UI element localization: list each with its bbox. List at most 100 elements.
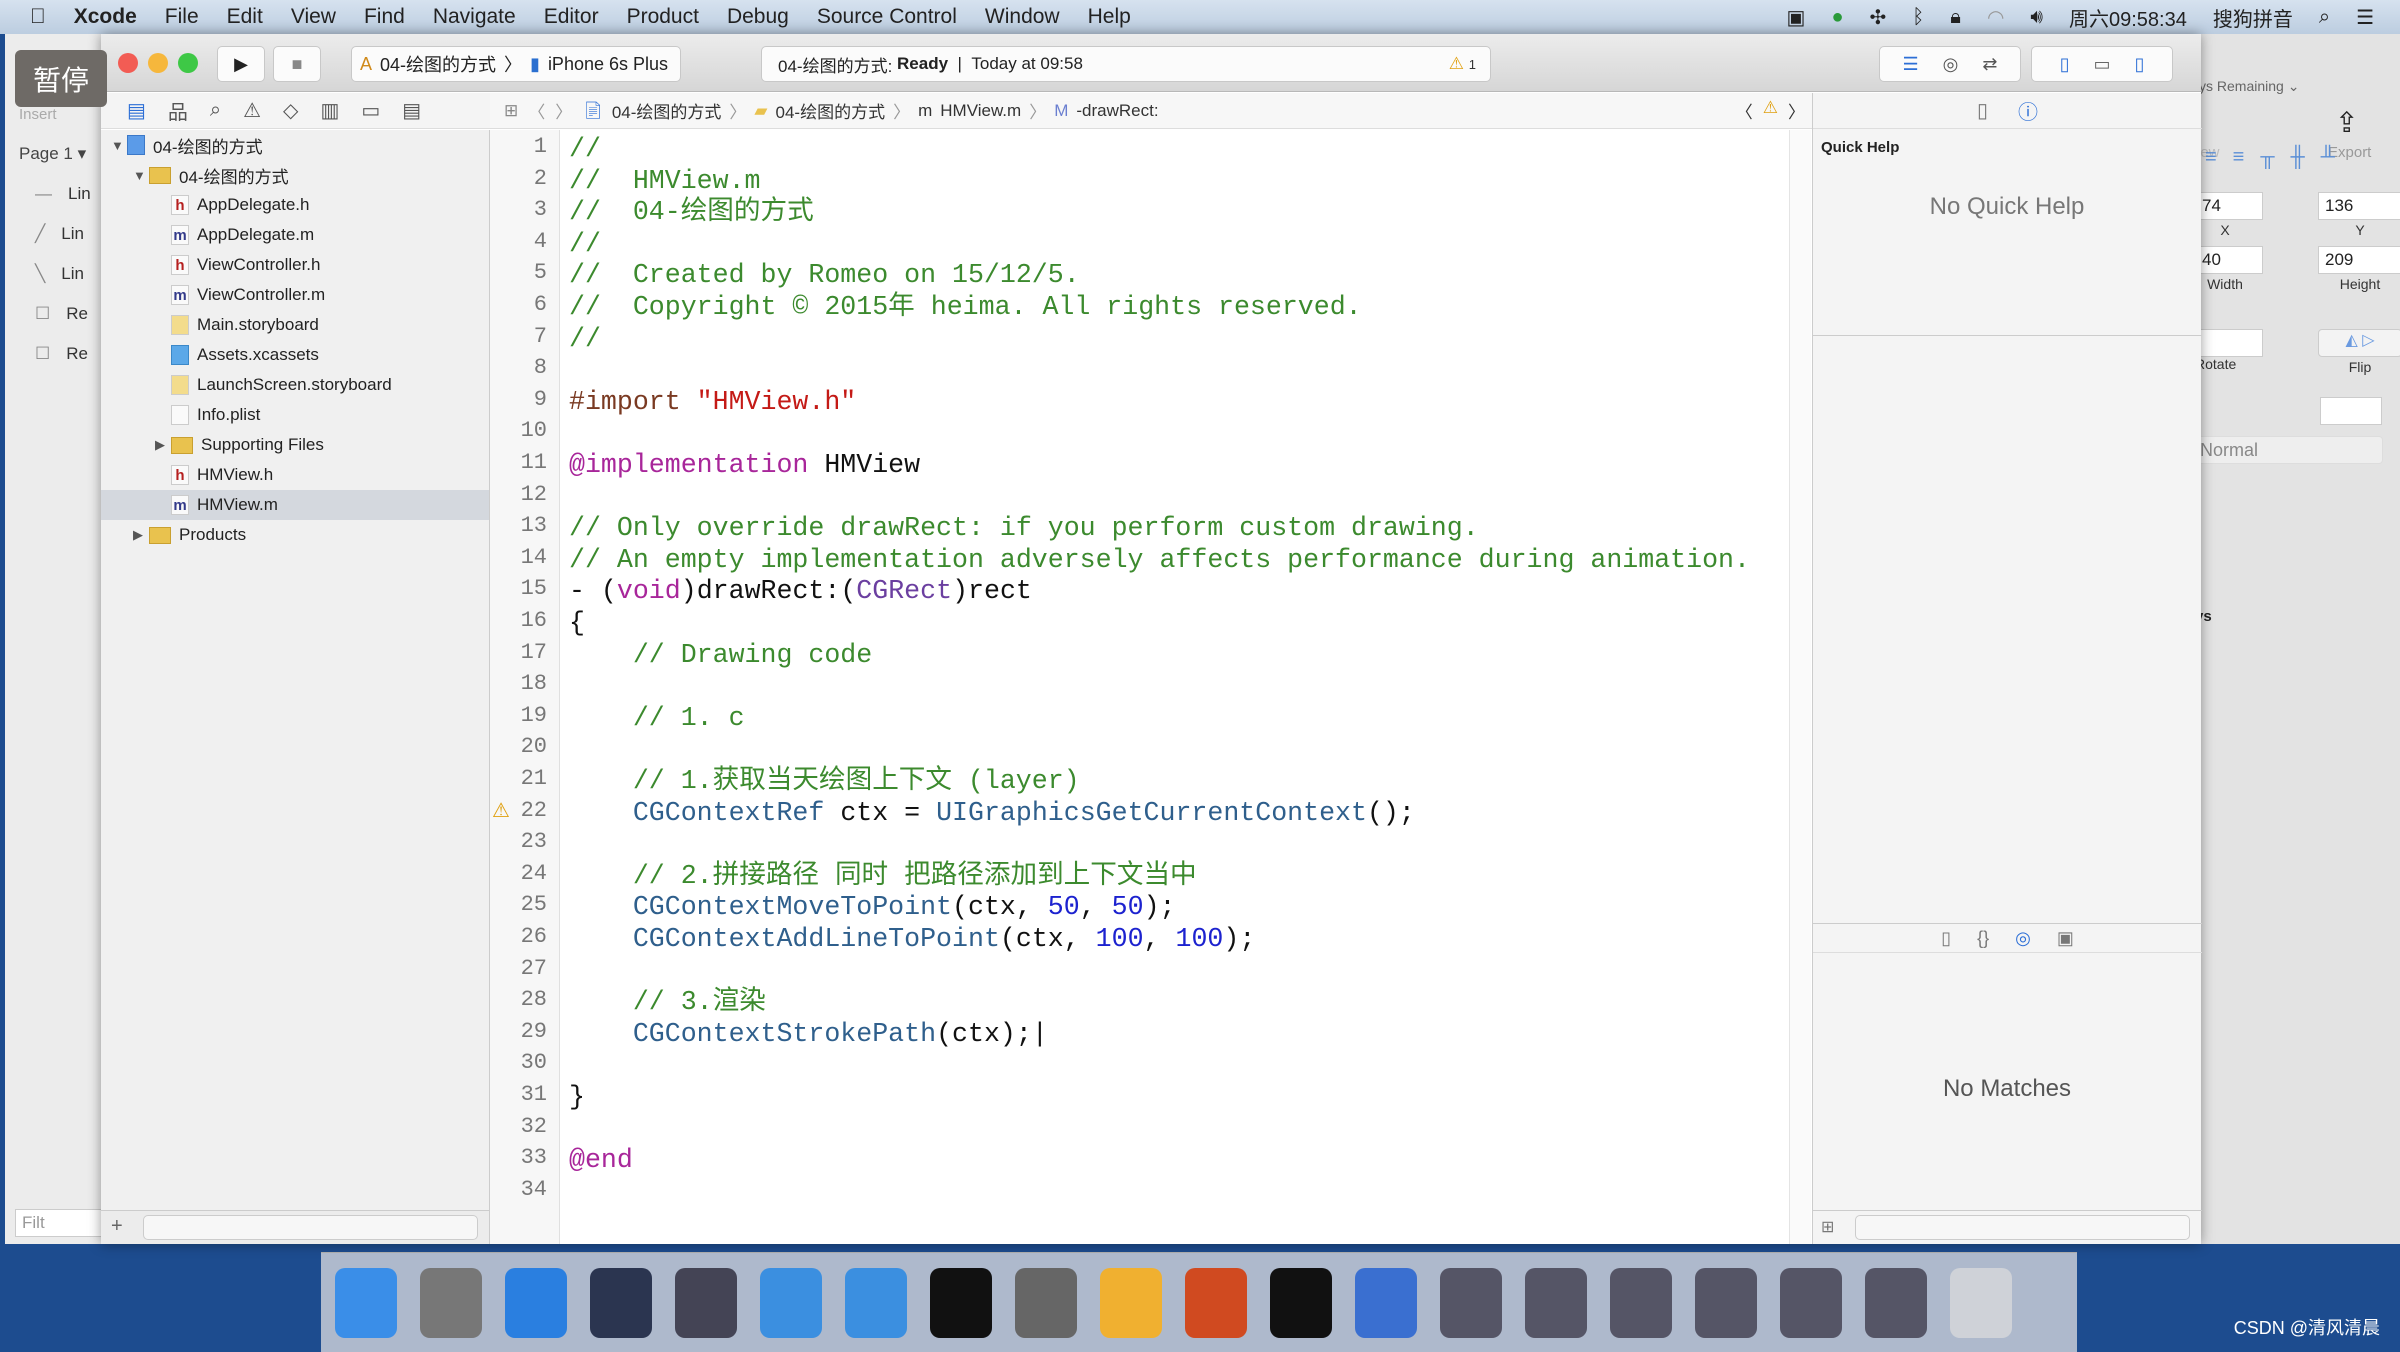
flip-buttons[interactable]: ◭ ▷ (2318, 329, 2400, 357)
menu-help[interactable]: Help (1088, 5, 1131, 29)
code-line[interactable]: @end (569, 1145, 633, 1176)
disclosure-triangle-icon[interactable]: ▶ (133, 527, 149, 543)
navigator-toggle-icon[interactable]: ▯ (2060, 54, 2070, 75)
standard-editor-icon[interactable]: ☰ (1903, 54, 1919, 75)
tree-item[interactable]: m ViewController.m (101, 280, 489, 310)
quick-help-icon[interactable]: ⓘ (2018, 96, 2038, 125)
pause-overlay[interactable]: 暂停 (15, 50, 107, 107)
code-line[interactable]: // 04-绘图的方式 (569, 197, 814, 228)
view-toggle-buttons[interactable]: ▯ ▭ ▯ (2031, 46, 2173, 82)
test-navigator-icon[interactable]: ◇ (283, 98, 298, 123)
menu-view[interactable]: View (291, 5, 336, 29)
menu-find[interactable]: Find (364, 5, 405, 29)
forward-button[interactable]: 〉 (555, 98, 572, 123)
tree-item[interactable]: h ViewController.h (101, 250, 489, 280)
dock-mouse-icon[interactable] (590, 1267, 652, 1338)
tree-item[interactable]: Assets.xcassets (101, 340, 489, 370)
code-line[interactable]: // An empty implementation adversely aff… (569, 545, 1750, 576)
warning-icon[interactable]: ⚠ (492, 798, 510, 823)
file-inspector-icon[interactable]: ▯ (1977, 98, 1988, 123)
dock-trash-icon[interactable] (1950, 1267, 2012, 1338)
tree-item[interactable]: m HMView.m (101, 490, 489, 520)
y-field[interactable]: 136 (2318, 192, 2400, 220)
code-line[interactable]: // 1.获取当天绘图上下文 (layer) (569, 766, 1080, 797)
menu-source-control[interactable]: Source Control (817, 5, 957, 29)
assistant-editor-icon[interactable]: ◎ (1943, 54, 1959, 75)
symbol-navigator-icon[interactable]: 品 (168, 96, 188, 125)
dock-simulator-icon[interactable] (845, 1267, 907, 1338)
find-navigator-icon[interactable]: ⌕ (210, 99, 221, 122)
rotate-field[interactable] (2195, 329, 2263, 357)
utilities-toggle-icon[interactable]: ▯ (2135, 54, 2145, 75)
code-line[interactable]: #import "HMView.h" (569, 387, 856, 418)
tree-item[interactable]: Info.plist (101, 400, 489, 430)
library-filter-input[interactable] (1855, 1215, 2190, 1240)
dock-display-icon[interactable] (1525, 1267, 1587, 1338)
dock-safari-icon[interactable] (505, 1267, 567, 1338)
code-line[interactable]: - (void)drawRect:(CGRect)rect (569, 576, 1032, 607)
disclosure-triangle-icon[interactable]: ▼ (111, 138, 127, 153)
close-button[interactable] (118, 53, 138, 73)
library-item[interactable]: ╱ Lin (35, 224, 84, 244)
code-line[interactable]: CGContextAddLineToPoint(ctx, 100, 100); (569, 924, 1255, 955)
clock[interactable]: 周六09:58:34 (2069, 3, 2187, 32)
debug-navigator-icon[interactable]: ▥ (320, 98, 339, 123)
tree-item[interactable]: Main.storyboard (101, 310, 489, 340)
code-line[interactable]: // Drawing code (569, 640, 872, 671)
fan-icon[interactable]: ✣ (1870, 5, 1887, 30)
library-item[interactable]: ╲ Lin (35, 264, 84, 284)
breadcrumb-item[interactable]: 04-绘图的方式 (776, 98, 886, 123)
breakpoint-navigator-icon[interactable]: ▭ (361, 98, 380, 123)
dock-display-icon[interactable] (1780, 1267, 1842, 1338)
code-line[interactable]: CGContextRef ctx = UIGraphicsGetCurrentC… (569, 798, 1415, 829)
dock-powerpoint-icon[interactable] (1185, 1267, 1247, 1338)
tree-item[interactable]: ▶ Supporting Files (101, 430, 489, 460)
dock-xcode-icon[interactable] (760, 1267, 822, 1338)
breadcrumb-item[interactable]: HMView.m (940, 101, 1021, 121)
related-items-icon[interactable]: ⊞ (504, 101, 518, 121)
code-line[interactable]: // 2.拼接路径 同时 把路径添加到上下文当中 (569, 861, 1197, 892)
trial-remaining[interactable]: ys Remaining ⌄ (2199, 78, 2299, 95)
code-line[interactable]: @implementation HMView (569, 450, 920, 481)
dock-display-icon[interactable] (1440, 1267, 1502, 1338)
editor-mode-buttons[interactable]: ☰ ◎ ⇄ (1879, 46, 2021, 82)
project-navigator-icon[interactable]: ▤ (127, 98, 146, 123)
stop-button[interactable]: ■ (273, 46, 321, 82)
dock-display-icon[interactable] (1865, 1267, 1927, 1338)
zoom-button[interactable] (178, 53, 198, 73)
disclosure-triangle-icon[interactable]: ▶ (155, 437, 171, 453)
code-line[interactable]: // Copyright © 2015年 heima. All rights r… (569, 292, 1362, 323)
breadcrumb-item[interactable]: -drawRect: (1076, 101, 1158, 121)
list-icon[interactable]: ☰ (2356, 5, 2374, 30)
navigator-filter-input[interactable] (143, 1215, 478, 1240)
menu-xcode[interactable]: Xcode (74, 5, 137, 29)
run-button[interactable]: ▶ (217, 46, 265, 82)
version-editor-icon[interactable]: ⇄ (1982, 54, 1997, 75)
prev-issue-button[interactable]: 〈 (1736, 98, 1753, 123)
volume-icon[interactable]: 🔊︎ (2030, 6, 2043, 29)
dock-finder-icon[interactable] (335, 1267, 397, 1338)
app-status-icon[interactable]: ● (1831, 6, 1843, 29)
dock-sketch-icon[interactable] (1100, 1267, 1162, 1338)
dock-exec-icon[interactable] (1270, 1267, 1332, 1338)
code-line[interactable]: // HMView.m (569, 166, 761, 197)
blend-mode-select[interactable]: Normal (2195, 436, 2383, 464)
code-line[interactable]: CGContextStrokePath(ctx);| (569, 1019, 1048, 1050)
code-editor[interactable]: //// HMView.m// 04-绘图的方式//// Created by … (569, 130, 1889, 1244)
warning-badge[interactable]: ⚠ 1 (1449, 54, 1476, 74)
report-navigator-icon[interactable]: ▤ (402, 98, 421, 123)
page-selector[interactable]: Page 1 ▾ (19, 144, 86, 164)
search-icon[interactable]: ⌕ (2319, 6, 2330, 29)
next-issue-button[interactable]: 〉 (1788, 98, 1805, 123)
code-line[interactable]: } (569, 1082, 585, 1113)
dock-terminal-icon[interactable] (930, 1267, 992, 1338)
camera-icon[interactable]: ▣ (1787, 5, 1806, 30)
code-line[interactable]: { (569, 608, 585, 639)
apple-icon[interactable]:  (30, 5, 46, 29)
file-template-icon[interactable]: ▯ (1941, 928, 1951, 949)
width-field[interactable]: 40 (2195, 246, 2263, 274)
scheme-selector[interactable]: A 04-绘图的方式 〉 ▮ iPhone 6s Plus (351, 46, 681, 82)
object-library-icon[interactable]: ◎ (2015, 928, 2031, 949)
tree-item[interactable]: ▼ 04-绘图的方式 (101, 130, 489, 160)
grid-view-icon[interactable]: ⊞ (1821, 1217, 1834, 1237)
